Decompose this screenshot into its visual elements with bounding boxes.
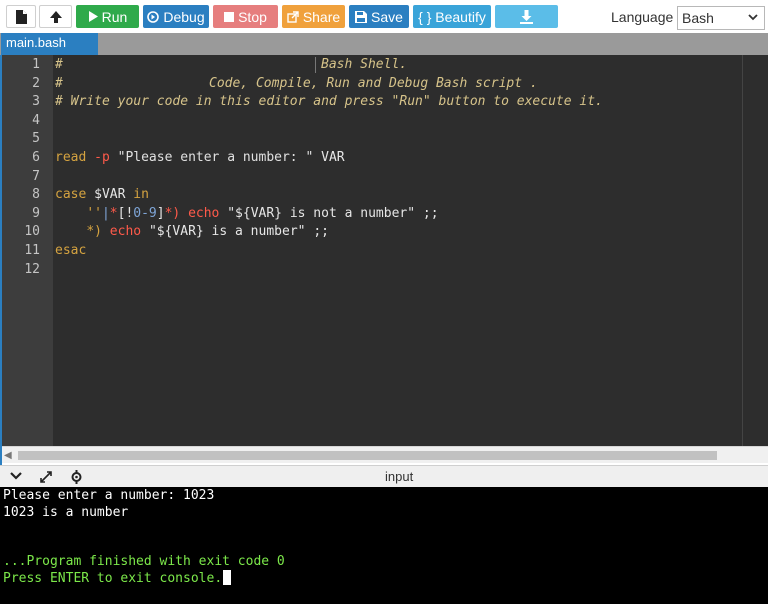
- code-line-9: ''|*[!0-9]*) echo "${VAR} is not a numbe…: [55, 205, 439, 224]
- settings-icon[interactable]: [70, 470, 83, 484]
- string: "${VAR} is not a number": [227, 205, 416, 221]
- code-line-10: *) echo "${VAR} is a number" ;;: [55, 223, 329, 242]
- print-margin: [742, 55, 743, 446]
- line-number: 2: [32, 75, 40, 91]
- console-line: Press ENTER to exit console.: [3, 571, 223, 586]
- collapse-chevron-icon[interactable]: [10, 472, 22, 481]
- beautify-label: { } Beautify: [418, 8, 486, 25]
- keyword: in: [133, 187, 149, 203]
- pattern-end: *): [164, 205, 181, 221]
- flag: -p: [94, 150, 110, 165]
- code-line-8: case $VAR in: [55, 186, 149, 205]
- stop-button[interactable]: Stop: [213, 5, 278, 28]
- comment-hash: #: [55, 57, 63, 72]
- line-number-gutter: 1 2 3 4 5 6 7 8 9 10 11 12: [2, 55, 53, 446]
- save-button[interactable]: Save: [349, 5, 409, 28]
- floppy-icon: [355, 10, 368, 23]
- echo-command: echo: [109, 224, 142, 240]
- share-icon: [287, 10, 299, 23]
- tab-main-bash[interactable]: main.bash: [1, 33, 98, 55]
- language-select[interactable]: Bash: [677, 6, 765, 30]
- line-number: 1: [32, 57, 40, 72]
- line-number: 8: [32, 187, 40, 203]
- upload-button[interactable]: [39, 5, 72, 28]
- console-prompt-line: Press ENTER to exit console.: [3, 570, 232, 587]
- code-editor[interactable]: 1 2 3 4 5 6 7 8 9 10 11 12 # Bash Shell. …: [2, 55, 768, 446]
- keyword: esac: [55, 243, 87, 258]
- debug-button[interactable]: Debug: [143, 5, 209, 28]
- text-cursor: [223, 570, 232, 585]
- stop-icon: [224, 11, 235, 22]
- code-line-2: # Code, Compile, Run and Debug Bash scrip…: [55, 75, 538, 94]
- terminator: ;;: [422, 205, 439, 221]
- pattern-range: 0-9: [133, 205, 157, 221]
- input-panel-title: input: [385, 469, 414, 484]
- debug-icon: [147, 10, 160, 23]
- file-icon: [16, 9, 27, 24]
- line-number: 7: [32, 168, 40, 184]
- run-label: Run: [101, 8, 128, 25]
- new-file-button[interactable]: [6, 5, 36, 28]
- comment-text: Bash Shell.: [321, 57, 408, 72]
- line-number: 4: [32, 112, 40, 128]
- upload-icon: [49, 10, 62, 23]
- share-button[interactable]: Share: [282, 5, 345, 28]
- pattern-glob: *: [109, 205, 118, 221]
- terminator: ;;: [313, 224, 329, 240]
- line-number: 10: [24, 224, 40, 240]
- pattern-bracket: [!: [117, 205, 134, 221]
- console-line: 1023 is a number: [3, 505, 129, 520]
- string: "${VAR} is a number": [148, 224, 306, 240]
- code-line-6: read -p "Please enter a number: " VAR: [55, 149, 345, 168]
- scroll-left-arrow-icon[interactable]: ◀: [4, 450, 12, 461]
- download-icon: [520, 9, 533, 24]
- indent-guide: [315, 57, 316, 73]
- chevron-down-icon: [748, 14, 758, 21]
- pattern-pipe: |: [101, 205, 110, 221]
- line-number: 3: [32, 94, 40, 110]
- file-tab-bar: main.bash: [0, 33, 768, 55]
- comment-hash: #: [55, 75, 63, 91]
- download-button[interactable]: [495, 5, 558, 28]
- line-number: 11: [24, 243, 40, 258]
- variable: VAR: [321, 150, 345, 165]
- string: "Please enter a number: ": [117, 150, 314, 165]
- echo-command: echo: [188, 205, 220, 221]
- variable: $VAR: [94, 187, 126, 203]
- save-label: Save: [371, 8, 403, 25]
- keyword: case: [55, 187, 87, 203]
- code-line-11: esac: [55, 242, 86, 261]
- expand-icon[interactable]: [39, 470, 53, 484]
- run-button[interactable]: Run: [76, 5, 139, 28]
- share-label: Share: [302, 8, 341, 25]
- code-line-1: # Bash Shell.: [55, 56, 407, 75]
- beautify-button[interactable]: { } Beautify: [413, 5, 491, 28]
- input-panel-header: input: [0, 465, 768, 487]
- output-console[interactable]: Please enter a number: 1023 1023 is a nu…: [0, 487, 768, 604]
- line-number: 6: [32, 150, 40, 165]
- keyword: read: [55, 150, 87, 165]
- line-number: 12: [24, 261, 40, 277]
- console-line: ...Program finished with exit code 0: [3, 554, 285, 569]
- pattern-quote: '': [86, 205, 102, 221]
- line-number: 9: [32, 205, 40, 221]
- stop-label: Stop: [238, 8, 267, 25]
- pattern-bracket-close: ]: [156, 205, 165, 221]
- line-number: 5: [32, 131, 40, 147]
- horizontal-scrollbar[interactable]: ◀: [2, 446, 768, 463]
- console-line: Please enter a number: 1023: [3, 488, 215, 503]
- debug-label: Debug: [163, 8, 205, 25]
- code-line-3: # Write your code in this editor and pre…: [55, 94, 603, 110]
- pattern: *): [86, 224, 102, 240]
- language-label: Language: [611, 9, 674, 25]
- comment-text: Code, Compile, Run and Debug Bash script…: [209, 75, 538, 91]
- toolbar: Run Debug Stop Share Save { } Beautify L…: [0, 0, 768, 33]
- scrollbar-thumb[interactable]: [18, 451, 717, 460]
- language-value: Bash: [682, 10, 714, 26]
- play-icon: [88, 11, 98, 22]
